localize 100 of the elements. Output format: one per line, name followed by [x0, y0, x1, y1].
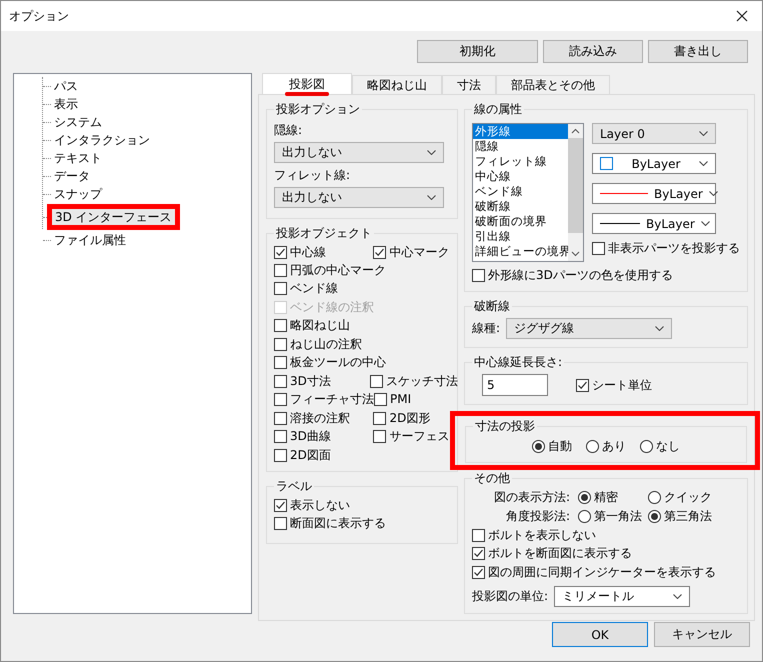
dialog-button[interactable]: キャンセル [654, 622, 750, 647]
checkbox-label: 2D図形 [389, 410, 430, 427]
checkbox[interactable] [374, 392, 387, 406]
checkbox-label: PMI [390, 392, 412, 406]
checkbox-label: 外形線に3Dパーツの色を使用する [488, 267, 673, 284]
radio-label: 第三角法 [664, 508, 712, 525]
checkbox-label: ボルトを断面図に表示する [488, 545, 632, 562]
list-item[interactable]: ベンド線 [473, 184, 568, 199]
group-title: 投影オブジェクト [275, 225, 373, 242]
checkbox[interactable] [472, 547, 485, 560]
checkbox[interactable] [274, 430, 287, 444]
checkbox[interactable] [274, 517, 287, 530]
tab[interactable]: 部品表とその他 [496, 75, 610, 94]
checkbox[interactable] [274, 246, 287, 259]
tree-item[interactable]: ファイル属性 [51, 232, 129, 248]
checkbox[interactable] [274, 498, 287, 512]
radio-button[interactable] [648, 490, 661, 504]
scrollbar[interactable] [568, 124, 583, 261]
group-title: 線の属性 [473, 101, 523, 118]
dropdown[interactable]: 出力しない [274, 187, 444, 208]
tree-item[interactable]: テキスト [51, 150, 105, 166]
checkbox-label: 板金ツールの中心 [290, 354, 386, 372]
checkbox[interactable] [274, 393, 287, 406]
toolbar-button[interactable]: 初期化 [417, 40, 538, 63]
tree-item[interactable]: システム [51, 114, 105, 130]
radio-label: 精密 [594, 489, 618, 506]
list-item[interactable]: 隠線 [473, 139, 568, 154]
color-dropdown[interactable]: ByLayer [592, 153, 716, 174]
radio-button[interactable] [578, 510, 591, 522]
tree-item[interactable]: インタラクション [51, 132, 153, 148]
radio-label: 自動 [548, 438, 572, 455]
radio-label: あり [602, 438, 626, 455]
checkbox-label: シート単位 [592, 376, 652, 394]
field-label: 角度投影法: [504, 508, 571, 525]
input-field[interactable]: 5 [482, 374, 548, 396]
radio-button[interactable] [578, 491, 591, 504]
list-item[interactable]: 引出線 [473, 229, 568, 244]
checkbox[interactable] [274, 338, 287, 351]
checkbox[interactable] [472, 269, 485, 282]
checkbox[interactable] [472, 566, 485, 579]
dropdown[interactable]: 出力しない [274, 142, 444, 163]
tab[interactable]: 投影図 [262, 73, 352, 94]
tree-item[interactable]: パス [51, 78, 81, 94]
field-label: 隠線: [274, 122, 304, 139]
tab[interactable]: 寸法 [442, 75, 496, 94]
tree-item[interactable]: 表示 [51, 96, 81, 112]
list-item[interactable]: フィレット線 [473, 154, 568, 169]
checkbox-label: スケッチ寸法 [386, 372, 458, 390]
line-width-dropdown[interactable]: ByLayer [592, 213, 716, 234]
checkbox[interactable] [373, 412, 386, 425]
tree-item[interactable]: データ [51, 168, 93, 184]
checkbox-label: 略図ねじ山 [290, 317, 350, 334]
close-icon[interactable] [736, 10, 748, 22]
list-item[interactable]: 外形線 [473, 124, 568, 139]
checkbox-label: 3D寸法 [290, 372, 331, 390]
dropdown[interactable]: ミリメートル [554, 586, 690, 606]
checkbox[interactable] [274, 448, 287, 462]
checkbox[interactable] [274, 412, 287, 425]
checkbox-label: 3D曲線 [290, 428, 331, 446]
dropdown[interactable]: ジグザグ線 [506, 318, 672, 339]
checkbox-label: ねじ山の注釈 [290, 336, 362, 353]
layer-dropdown[interactable]: Layer 0 [592, 123, 716, 144]
radio-button[interactable] [586, 440, 599, 453]
checkbox[interactable] [373, 430, 386, 444]
checkbox[interactable] [274, 356, 287, 370]
checkbox[interactable] [592, 242, 605, 255]
tab[interactable]: 略図ねじ山 [352, 75, 442, 94]
radio-button[interactable] [648, 510, 661, 523]
checkbox-label: 2D図面 [290, 446, 331, 464]
checkbox-label: 溶接の注釈 [290, 410, 350, 427]
tree-item[interactable]: スナップ [51, 186, 105, 202]
group-title: 投影オプション [275, 101, 361, 118]
list-item[interactable]: 中心線 [473, 169, 568, 184]
dialog-button[interactable]: OK [552, 622, 648, 647]
list-item[interactable]: 破断面の境界 [473, 214, 568, 229]
window-title: オプション [9, 8, 69, 24]
checkbox[interactable] [576, 378, 589, 392]
list-item[interactable]: 破断線 [473, 199, 568, 214]
checkbox[interactable] [370, 374, 383, 388]
checkbox[interactable] [274, 264, 287, 277]
checkbox[interactable] [373, 246, 386, 259]
field-label: フィレット線: [274, 167, 352, 184]
checkbox-label: フィーチャ寸法 [290, 391, 374, 408]
field-label: 図の表示方法: [492, 489, 571, 506]
radio-button[interactable] [532, 440, 545, 453]
checkbox-label: ベンド線の注釈 [290, 298, 374, 316]
line-type-dropdown[interactable]: ByLayer [592, 183, 716, 204]
field-label: 投影図の単位: [472, 588, 548, 604]
checkbox-label: 図の周囲に同期インジケーターを表示する [488, 564, 716, 581]
toolbar-button[interactable]: 読み込み [543, 40, 643, 63]
group-title: 中心線延長長さ: [473, 354, 564, 371]
checkbox[interactable] [274, 374, 287, 388]
checkbox[interactable] [274, 282, 287, 296]
checkbox[interactable] [274, 319, 287, 332]
tree-item[interactable]: 3D インターフェース [47, 204, 180, 230]
toolbar-button[interactable]: 書き出し [648, 40, 748, 63]
checkbox[interactable] [472, 528, 485, 542]
group-title: その他 [473, 470, 511, 487]
radio-button[interactable] [640, 440, 653, 453]
checkbox-label: サーフェス [389, 428, 450, 446]
